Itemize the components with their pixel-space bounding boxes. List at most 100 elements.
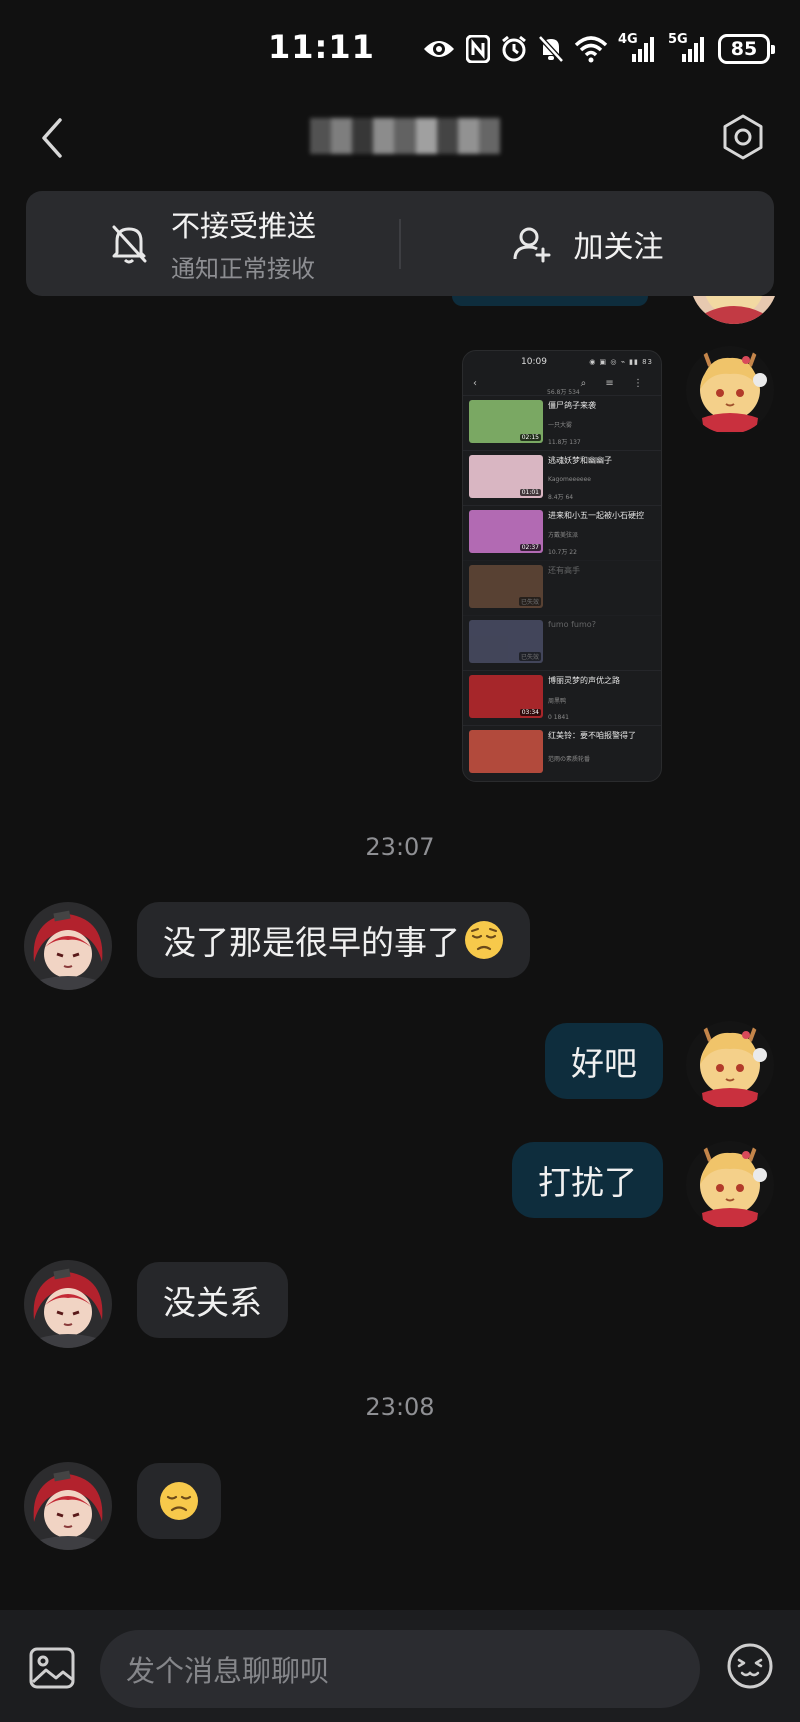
message-bubble-sent[interactable]: 好吧 <box>545 1023 663 1099</box>
shot-video-duration: 已失效 <box>518 597 541 606</box>
shot-status-bar: 10:09 ◉ ▣ ◎ ⌁ ▮▮ 83 <box>463 351 661 373</box>
shot-time: 10:09 <box>521 357 547 367</box>
friend-avatar[interactable] <box>24 902 112 990</box>
pensive-face-emoji <box>465 921 503 959</box>
alarm-icon <box>502 35 526 62</box>
status-time: 11:11 <box>268 28 375 66</box>
shot-video-title: 博丽灵梦的声优之路 <box>548 676 620 685</box>
chat-header <box>0 100 800 176</box>
status-bar: 11:11 4G 5G 85 <box>0 0 800 100</box>
shot-video-thumbnail: 03:34 <box>469 675 543 718</box>
shot-video-title: 僵尸鸽子来袭 <box>548 401 596 410</box>
shared-screenshot[interactable]: 10:09 ◉ ▣ ◎ ⌁ ▮▮ 83 ‹ ⌕ ≡ ⋮ 56.8万 534 02… <box>462 350 662 782</box>
my-avatar[interactable] <box>686 346 774 434</box>
shot-video-thumbnail: 已失效 <box>469 620 543 663</box>
add-user-icon <box>513 227 550 262</box>
mute-subtitle: 通知正常接收 <box>170 255 315 283</box>
shot-video-thumbnail <box>469 730 543 773</box>
settings-hex-icon[interactable] <box>718 112 768 162</box>
friend-avatar[interactable] <box>24 1462 112 1550</box>
previous-bubble-edge <box>452 296 648 306</box>
shot-video-author: 范雨の素质轮番 <box>548 756 591 763</box>
timestamp: 23:07 <box>365 833 435 861</box>
shot-top-stats-text: 56.8万 534 <box>547 388 580 396</box>
message-bubble-received[interactable] <box>137 1463 221 1539</box>
shot-video-title: 还有高手 <box>548 566 580 575</box>
shot-video-meta: 红美铃：要不咱报警得了 范雨の素质轮番 <box>548 730 655 776</box>
shot-video-thumbnail: 01:01 <box>469 455 543 498</box>
shot-video-duration: 02:37 <box>519 544 541 551</box>
shot-video-thumbnail: 已失效 <box>469 565 543 608</box>
shot-video-title: 逃魂妖梦和幽幽子 <box>548 456 612 465</box>
signal-4g-icon: 4G <box>618 32 658 64</box>
shot-video-stats: 10.7万 22 <box>548 549 577 556</box>
chat-title-redacted <box>310 118 500 154</box>
battery-indicator: 85 <box>718 34 775 64</box>
shot-video-title: 红美铃：要不咱报警得了 <box>548 731 636 740</box>
shot-video-row: 02:15 僵尸鸽子来袭 一只大雾 11.8万 137 <box>463 395 661 450</box>
mute-push-button[interactable]: 不接受推送 通知正常接收 <box>26 191 399 296</box>
shot-video-meta: fumo fumo? <box>548 620 655 666</box>
shot-video-stats: 11.8万 137 <box>548 439 581 446</box>
shot-video-row: 已失效 还有高手 <box>463 560 661 615</box>
shot-video-stats: 0 1841 <box>548 714 569 721</box>
status-icons: 4G 5G 85 <box>422 32 775 66</box>
message-text: 没了那是很早的事了 <box>163 923 460 962</box>
follow-label: 加关注 <box>573 229 664 265</box>
shot-video-meta: 逃魂妖梦和幽幽子 Kagomeeeeee 8.4万 64 <box>548 455 655 501</box>
mute-title: 不接受推送 <box>170 209 316 243</box>
shot-video-meta: 还有高手 <box>548 565 655 611</box>
shot-video-duration: 01:01 <box>519 489 541 496</box>
shot-video-author: 一只大雾 <box>548 421 573 429</box>
shot-back-icon: ‹ <box>473 377 477 389</box>
signal-5g-icon: 5G <box>668 32 708 64</box>
image-icon[interactable] <box>28 1646 76 1690</box>
message-input[interactable]: 发个消息聊聊呗 <box>100 1630 700 1708</box>
shot-video-duration: 已失效 <box>518 652 541 661</box>
shot-video-duration: 03:34 <box>519 709 541 716</box>
follow-button[interactable]: 加关注 <box>401 191 774 296</box>
shot-video-list: 02:15 僵尸鸽子来袭 一只大雾 11.8万 137 01:01 逃魂妖梦和幽幽子 Kag… <box>463 395 661 780</box>
shot-video-meta: 进来和小五一起被小石硬控 方戴美弦派 10.7万 22 <box>548 510 655 556</box>
shot-video-stats: 8.4万 64 <box>548 494 574 501</box>
wifi-icon <box>574 36 608 63</box>
eye-icon <box>424 41 454 57</box>
my-avatar-partial <box>690 296 778 324</box>
message-text: 好吧 <box>571 1044 637 1083</box>
message-text: 没关系 <box>163 1283 262 1322</box>
nfc-icon <box>466 35 490 63</box>
shot-video-row: 01:01 逃魂妖梦和幽幽子 Kagomeeeeee 8.4万 64 <box>463 450 661 505</box>
notification-bar: 不接受推送 通知正常接收 加关注 <box>26 191 774 296</box>
shot-toolbar-icons: ⌕ ≡ ⋮ <box>580 377 651 389</box>
chat-messages[interactable]: 10:09 ◉ ▣ ◎ ⌁ ▮▮ 83 ‹ ⌕ ≡ ⋮ 56.8万 534 02… <box>0 296 800 1610</box>
message-bubble-received[interactable]: 没关系 <box>137 1262 288 1338</box>
message-bubble-received[interactable]: 没了那是很早的事了 <box>137 902 530 978</box>
disappointed-face-emoji <box>160 1482 198 1520</box>
shot-video-meta: 博丽灵梦的声优之路 周黑鸭 0 1841 <box>548 675 655 721</box>
shot-video-title: fumo fumo? <box>548 620 596 629</box>
friend-avatar[interactable] <box>24 1260 112 1348</box>
my-avatar[interactable] <box>686 1021 774 1109</box>
my-avatar[interactable] <box>686 1141 774 1229</box>
shot-video-row: 02:37 进来和小五一起被小石硬控 方戴美弦派 10.7万 22 <box>463 505 661 560</box>
shot-video-author: Kagomeeeeee <box>548 475 591 483</box>
bell-off-icon <box>112 225 147 263</box>
message-bubble-sent[interactable]: 打扰了 <box>512 1142 663 1218</box>
shot-video-title: 进来和小五一起被小石硬控 <box>548 511 644 520</box>
shot-video-row: 03:34 博丽灵梦的声优之路 周黑鸭 0 1841 <box>463 670 661 725</box>
emoji-face-icon[interactable] <box>726 1642 774 1690</box>
shot-video-thumbnail: 02:15 <box>469 400 543 443</box>
input-placeholder: 发个消息聊聊呗 <box>126 1654 330 1688</box>
message-text: 打扰了 <box>538 1163 637 1202</box>
shot-video-thumbnail: 02:37 <box>469 510 543 553</box>
shot-video-author: 方戴美弦派 <box>548 531 579 539</box>
shot-video-meta: 僵尸鸽子来袭 一只大雾 11.8万 137 <box>548 400 655 446</box>
shot-video-row: 红美铃：要不咱报警得了 范雨の素质轮番 <box>463 725 661 780</box>
shot-video-row: 已失效 fumo fumo? <box>463 615 661 670</box>
mute-icon <box>538 35 564 63</box>
timestamp: 23:08 <box>365 1393 435 1421</box>
shot-status-icons: ◉ ▣ ◎ ⌁ ▮▮ 83 <box>589 358 653 366</box>
chevron-left-icon[interactable] <box>34 114 70 162</box>
shot-video-author: 周黑鸭 <box>548 697 567 705</box>
shot-video-duration: 02:15 <box>519 434 541 441</box>
